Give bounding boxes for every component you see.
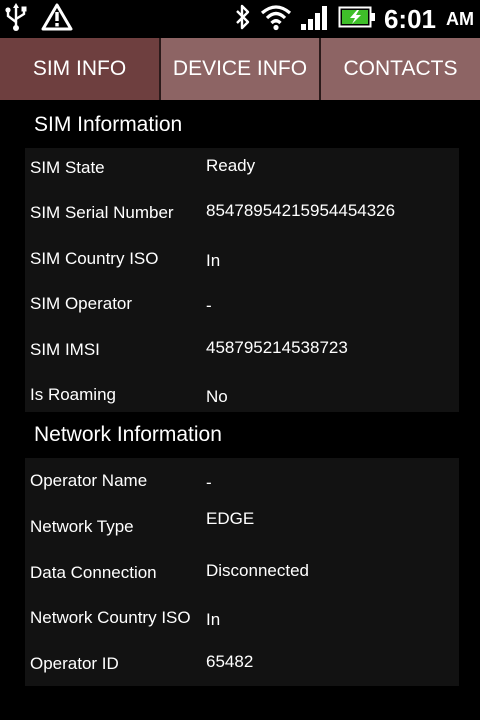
row-value: -: [206, 296, 212, 315]
sim-info-panel: SIM State Ready SIM Serial Number 854789…: [25, 148, 459, 412]
status-bar: 6:01 AM: [0, 0, 480, 38]
row-value: Ready: [206, 156, 256, 175]
table-row: SIM IMSI 458795214538723: [25, 330, 459, 370]
table-row: SIM Serial Number 85478954215954454326: [25, 193, 459, 233]
row-label: Network Country ISO: [30, 608, 191, 627]
sim-section-title: SIM Information: [34, 113, 183, 136]
wifi-icon: [260, 3, 292, 35]
row-value: 85478954215954454326: [206, 201, 396, 220]
table-row: Operator Name -: [25, 461, 459, 501]
row-label: Data Connection: [30, 563, 157, 582]
row-label: Is Roaming: [30, 385, 116, 404]
clock-time: 6:01: [383, 3, 436, 34]
row-value: In: [206, 251, 221, 270]
table-row: SIM State Ready: [25, 148, 459, 188]
row-value: EDGE: [206, 509, 255, 528]
bluetooth-icon: [234, 2, 252, 36]
table-row: Network Type EDGE: [25, 506, 459, 546]
warning-icon: [40, 2, 74, 36]
row-label: SIM Country ISO: [30, 249, 159, 268]
table-row: Data Connection Disconnected: [25, 553, 459, 593]
row-value: -: [206, 473, 212, 492]
row-label: Operator ID: [30, 654, 119, 673]
clock-ampm: AM: [446, 8, 474, 29]
table-row: Is Roaming No: [25, 375, 459, 415]
row-label: SIM State: [30, 158, 105, 177]
table-row: Operator ID 65482: [25, 644, 459, 684]
signal-icon: [300, 3, 330, 35]
status-right-icons: 6:01 AM: [234, 2, 474, 36]
tab-contacts[interactable]: CONTACTS: [319, 38, 480, 100]
row-label: Operator Name: [30, 471, 148, 490]
network-section-title: Network Information: [34, 423, 222, 446]
table-row: Network Country ISO In: [25, 598, 459, 638]
row-value: 458795214538723: [206, 338, 348, 357]
row-label: SIM IMSI: [30, 340, 100, 359]
table-row: SIM Operator -: [25, 284, 459, 324]
battery-charging-icon: [338, 5, 376, 33]
tab-device-info[interactable]: DEVICE INFO: [159, 38, 319, 100]
network-info-panel: Operator Name - Network Type EDGE Data C…: [25, 458, 459, 686]
table-row: SIM Country ISO In: [25, 239, 459, 279]
row-value: Disconnected: [206, 561, 310, 580]
row-label: SIM Operator: [30, 294, 133, 313]
row-label: Network Type: [30, 517, 134, 536]
row-value: No: [206, 387, 228, 406]
tab-sim-info[interactable]: SIM INFO: [0, 38, 159, 100]
tab-bar: SIM INFO DEVICE INFO CONTACTS: [0, 38, 480, 100]
row-value: 65482: [206, 652, 254, 671]
row-value: In: [206, 610, 221, 629]
row-label: SIM Serial Number: [30, 203, 174, 222]
status-left-icons: [4, 2, 74, 36]
usb-icon: [4, 2, 28, 36]
